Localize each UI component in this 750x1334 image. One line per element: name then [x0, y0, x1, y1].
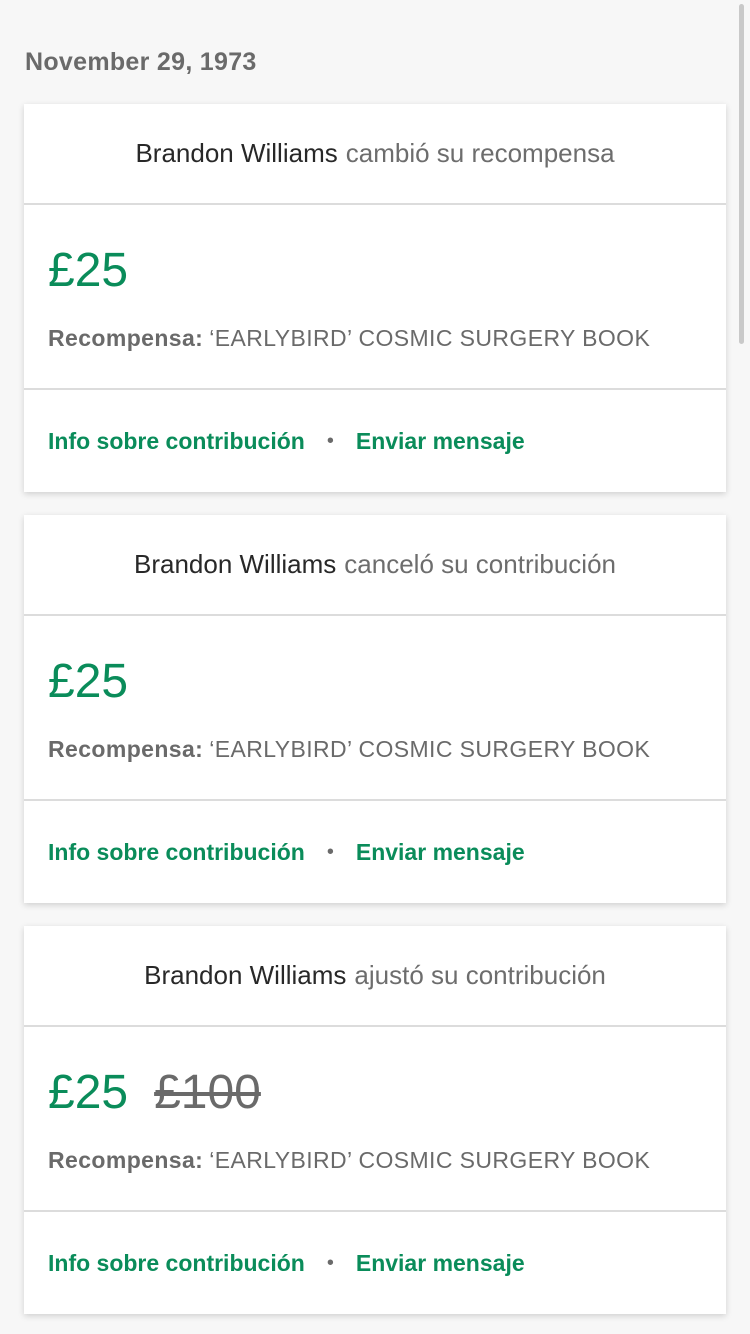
- reward-line: Recompensa: ‘EARLYBIRD’ COSMIC SURGERY BO…: [48, 325, 650, 352]
- pledge-amount: £25: [48, 1066, 129, 1119]
- backer-name: Brandon Williams: [133, 549, 337, 579]
- separator-dot: •: [326, 429, 334, 452]
- amount-row: £25 £100: [48, 1065, 261, 1121]
- scrollbar[interactable]: [739, 4, 744, 344]
- separator-dot: •: [326, 840, 334, 863]
- card-footer: Info sobre contribución • Enviar mensaje: [24, 1212, 726, 1314]
- reward-line: Recompensa: ‘EARLYBIRD’ COSMIC SURGERY BO…: [48, 1147, 650, 1174]
- activity-card: Brandon Williams cambió su recompensa £2…: [24, 104, 726, 492]
- activity-action: cambió su recompensa: [345, 138, 615, 168]
- reward-line: Recompensa: ‘EARLYBIRD’ COSMIC SURGERY BO…: [48, 736, 650, 763]
- date-header: November 29, 1973: [25, 48, 257, 76]
- pledge-info-link[interactable]: Info sobre contribución: [48, 428, 305, 455]
- reward-label: Recompensa:: [48, 736, 204, 762]
- activity-action: ajustó su contribución: [354, 960, 606, 990]
- card-header: Brandon Williams ajustó su contribución: [24, 926, 726, 1027]
- reward-value: ‘EARLYBIRD’ COSMIC SURGERY BOOK: [209, 736, 651, 762]
- card-footer: Info sobre contribución • Enviar mensaje: [24, 801, 726, 903]
- card-header: Brandon Williams canceló su contribución: [24, 515, 726, 616]
- send-message-link[interactable]: Enviar mensaje: [356, 1250, 525, 1277]
- pledge-info-link[interactable]: Info sobre contribución: [48, 839, 305, 866]
- send-message-link[interactable]: Enviar mensaje: [356, 839, 525, 866]
- card-body: £25 Recompensa: ‘EARLYBIRD’ COSMIC SURGER…: [24, 205, 726, 390]
- backer-name: Brandon Williams: [135, 138, 338, 168]
- activity-action: canceló su contribución: [344, 549, 616, 579]
- activity-card: Brandon Williams canceló su contribución…: [24, 515, 726, 903]
- backer-name: Brandon Williams: [144, 960, 347, 990]
- card-footer: Info sobre contribución • Enviar mensaje: [24, 390, 726, 492]
- pledge-amount: £25: [48, 655, 129, 708]
- separator-dot: •: [326, 1251, 334, 1274]
- pledge-amount: £25: [48, 244, 129, 297]
- card-header: Brandon Williams cambió su recompensa: [24, 104, 726, 205]
- card-body: £25 Recompensa: ‘EARLYBIRD’ COSMIC SURGER…: [24, 616, 726, 801]
- amount-row: £25: [48, 654, 128, 710]
- card-body: £25 £100 Recompensa: ‘EARLYBIRD’ COSMIC S…: [24, 1027, 726, 1212]
- reward-label: Recompensa:: [48, 325, 204, 351]
- pledge-info-link[interactable]: Info sobre contribución: [48, 1250, 305, 1277]
- reward-label: Recompensa:: [48, 1147, 204, 1173]
- activity-card: Brandon Williams ajustó su contribución …: [24, 926, 726, 1314]
- amount-row: £25: [48, 243, 128, 299]
- previous-pledge-amount: £100: [154, 1066, 261, 1119]
- reward-value: ‘EARLYBIRD’ COSMIC SURGERY BOOK: [209, 325, 651, 351]
- send-message-link[interactable]: Enviar mensaje: [356, 428, 525, 455]
- reward-value: ‘EARLYBIRD’ COSMIC SURGERY BOOK: [209, 1147, 651, 1173]
